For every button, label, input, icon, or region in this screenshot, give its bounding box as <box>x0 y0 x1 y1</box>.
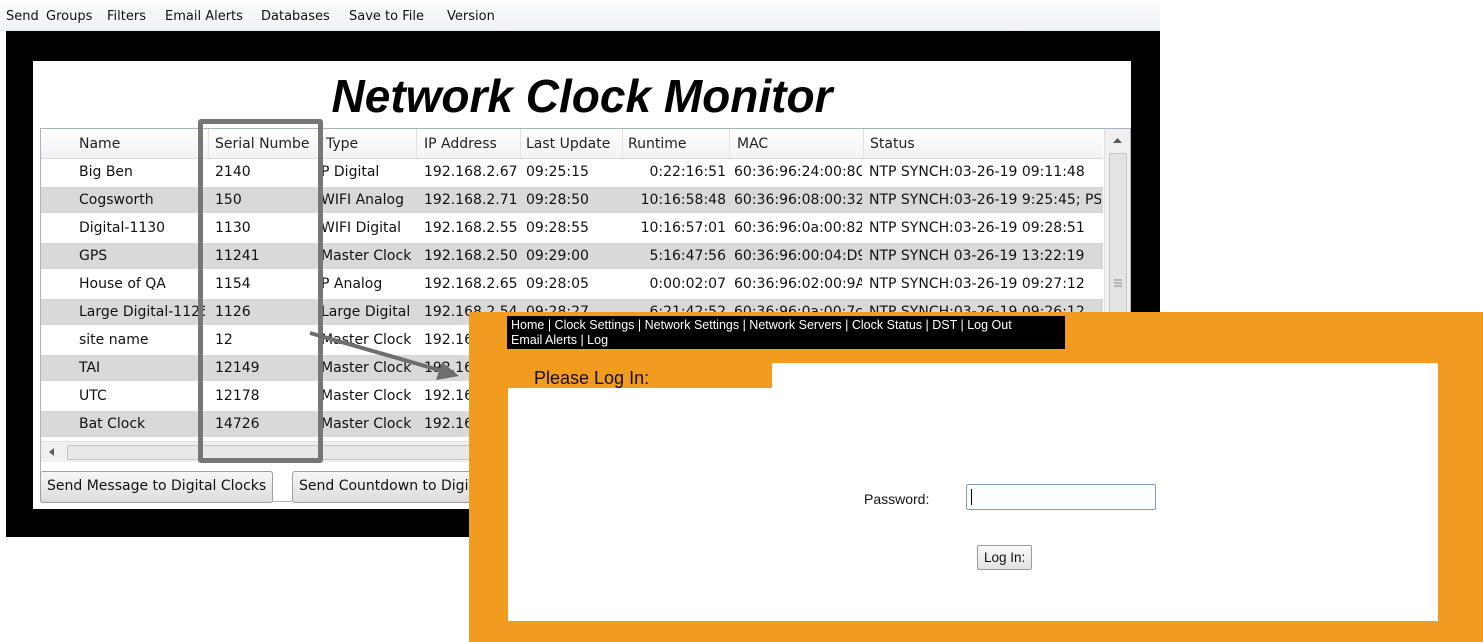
column-header-ip[interactable]: IP Address <box>424 136 524 152</box>
cell-type: Master Clock <box>321 416 412 432</box>
cell-runtime: 0:00:02:07 <box>649 276 726 292</box>
cell-name: Cogsworth <box>79 192 154 208</box>
cell-type: WIFI Digital <box>321 220 402 236</box>
cell-status: NTP SYNCH:03-26-19 09:28:51 <box>869 220 1085 236</box>
cell-status: NTP SYNCH:03-26-19 09:11:48 <box>869 164 1085 180</box>
login-nav-links-secondary[interactable]: Email Alerts | Log <box>511 333 1061 348</box>
cell-name: UTC <box>79 388 107 404</box>
cell-type: P Digital <box>321 164 380 180</box>
menu-bar: Send Groups Filters Email Alerts Databas… <box>0 0 1160 31</box>
cell-last-update: 09:28:55 <box>526 220 589 236</box>
cell-ip: 192.168.2.67 <box>424 164 518 180</box>
cell-last-update: 09:29:00 <box>526 248 589 264</box>
cell-type: Large Digital <box>321 304 411 320</box>
cell-name: House of QA <box>79 276 166 292</box>
menu-databases[interactable]: Databases <box>261 9 330 24</box>
cell-name: site name <box>79 332 149 348</box>
cell-name: Big Ben <box>79 164 133 180</box>
cell-mac: 60:36:96:24:00:8C <box>734 164 862 180</box>
cell-type: Master Clock <box>321 388 412 404</box>
cell-mac: 60:36:96:08:00:32 <box>734 192 862 208</box>
arrow-up-icon[interactable] <box>1105 131 1130 151</box>
login-form: Password: Log In: <box>508 363 1438 621</box>
cell-type: Master Clock <box>321 332 412 348</box>
cell-name: GPS <box>79 248 108 264</box>
cell-ip: 192.168.2.55 <box>424 220 518 236</box>
login-nav-links[interactable]: Home | Clock Settings | Network Settings… <box>511 318 1061 333</box>
column-header-last-update[interactable]: Last Update <box>526 136 621 152</box>
column-header-name[interactable]: Name <box>79 136 209 152</box>
scroll-grip-icon <box>1114 279 1122 287</box>
cell-runtime: 0:22:16:51 <box>649 164 726 180</box>
cell-type: P Analog <box>321 276 383 292</box>
login-button[interactable]: Log In: <box>977 545 1033 570</box>
cell-type: Master Clock <box>321 360 412 376</box>
menu-filters[interactable]: Filters <box>107 9 146 24</box>
cell-mac: 60:36:96:00:04:D9 <box>734 248 862 264</box>
login-panel: Home | Clock Settings | Network Settings… <box>469 312 1483 642</box>
cell-name: Large Digital-1126 <box>79 304 205 320</box>
password-label: Password: <box>864 491 930 507</box>
menu-send[interactable]: Send <box>6 9 39 24</box>
cell-ip: 192.168.2.71 <box>424 192 518 208</box>
send-message-button[interactable]: Send Message to Digital Clocks <box>40 471 274 503</box>
cell-ip: 192.168.2.65 <box>424 276 518 292</box>
column-header-status[interactable]: Status <box>870 136 1100 152</box>
cell-name: TAI <box>79 360 101 376</box>
cell-runtime: 5:16:47:56 <box>649 248 726 264</box>
column-header-runtime[interactable]: Runtime <box>628 136 718 152</box>
column-header-type[interactable]: Type <box>326 136 416 152</box>
cell-last-update: 09:28:50 <box>526 192 589 208</box>
password-input[interactable] <box>966 484 1156 510</box>
column-header-mac[interactable]: MAC <box>737 136 857 152</box>
cell-status: NTP SYNCH 03-26-19 13:22:19 <box>869 248 1085 264</box>
cell-ip: 192.168.2.50 <box>424 248 518 264</box>
cell-type: Master Clock <box>321 248 412 264</box>
arrow-left-icon[interactable] <box>41 442 63 462</box>
app-title: Network Clock Monitor <box>331 70 833 122</box>
cell-name: Digital-1130 <box>79 220 166 236</box>
menu-email-alerts[interactable]: Email Alerts <box>165 9 243 24</box>
serial-column-highlight <box>198 119 323 463</box>
cell-last-update: 09:25:15 <box>526 164 589 180</box>
cell-status: NTP SYNCH:03-26-19 9:25:45; PS <box>869 192 1101 208</box>
cell-last-update: 09:28:05 <box>526 276 589 292</box>
cell-mac: 60:36:96:02:00:9A <box>734 276 862 292</box>
cell-name: Bat Clock <box>79 416 146 432</box>
cell-status: NTP SYNCH:03-26-19 09:27:12 <box>869 276 1085 292</box>
cell-mac: 60:36:96:0a:00:82 <box>734 220 862 236</box>
cell-runtime: 10:16:58:48 <box>640 192 726 208</box>
login-nav-bar[interactable]: Home | Clock Settings | Network Settings… <box>507 316 1065 349</box>
menu-version[interactable]: Version <box>447 9 495 24</box>
cell-type: WIFI Analog <box>321 192 404 208</box>
menu-save-to-file[interactable]: Save to File <box>349 9 424 24</box>
menu-groups[interactable]: Groups <box>46 9 92 24</box>
cell-runtime: 10:16:57:01 <box>640 220 726 236</box>
